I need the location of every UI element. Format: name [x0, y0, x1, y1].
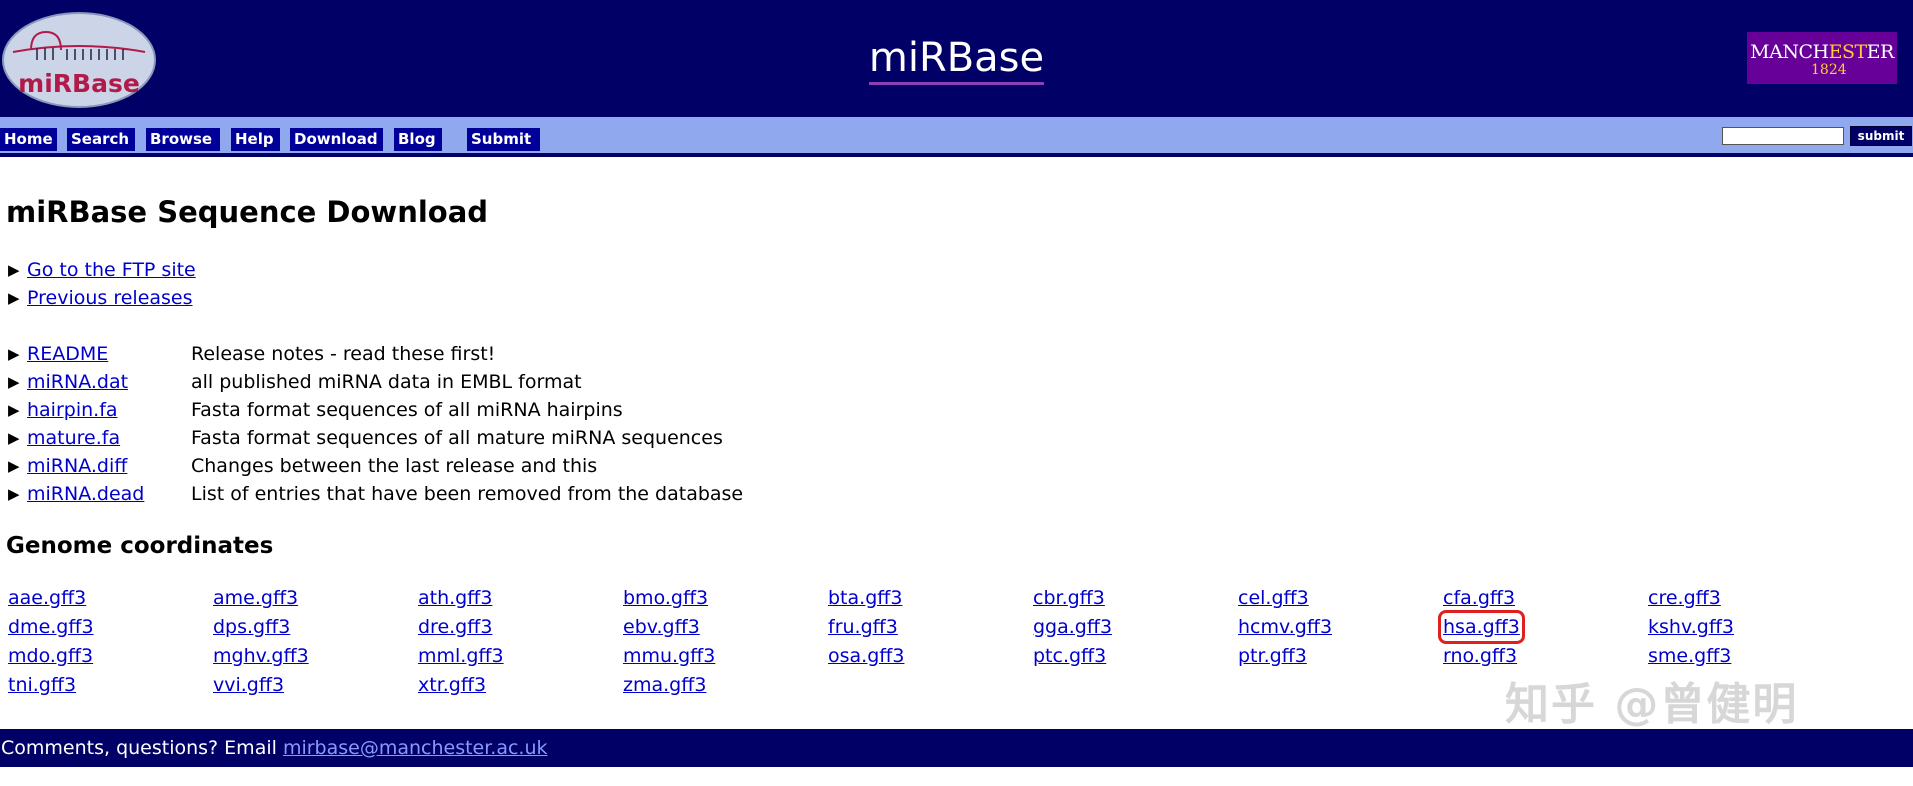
site-header: miRBase miRBase MANCHESTER 1824: [0, 0, 1913, 117]
watermark: 知乎 @曾健明: [1505, 679, 1799, 730]
nav-bar: Home Search Browse Help Download Blog Su…: [0, 117, 1913, 157]
gff-file-link[interactable]: kshv.gff3: [1648, 615, 1734, 639]
list-item: ▶ Go to the FTP site: [8, 258, 196, 282]
gff-file-link[interactable]: mghv.gff3: [213, 644, 309, 668]
footer-email-link[interactable]: mirbase@manchester.ac.uk: [283, 737, 548, 759]
gff-file-link[interactable]: bmo.gff3: [623, 586, 708, 610]
nav-blog-button[interactable]: Blog: [394, 128, 442, 151]
university-logo[interactable]: MANCHESTER 1824: [1747, 32, 1897, 84]
gff-file-link[interactable]: tni.gff3: [8, 673, 76, 697]
quick-search-input[interactable]: [1722, 127, 1844, 145]
file-description: List of entries that have been removed f…: [191, 483, 744, 505]
nav-search-button[interactable]: Search: [67, 128, 135, 151]
arrow-right-icon: ▶: [8, 401, 20, 419]
gff-file-link[interactable]: bta.gff3: [828, 586, 902, 610]
file-row: ▶ miRNA.dead List of entries that have be…: [8, 482, 743, 506]
nav-download-button[interactable]: Download: [290, 128, 383, 151]
file-row: ▶ hairpin.fa Fasta format sequences of al…: [8, 398, 623, 422]
gff-file-link[interactable]: sme.gff3: [1648, 644, 1731, 668]
gff-file-link[interactable]: hsa.gff3: [1438, 610, 1525, 644]
gff-file-link[interactable]: ath.gff3: [418, 586, 492, 610]
quick-search-submit-button[interactable]: submit: [1850, 126, 1912, 146]
arrow-right-icon: ▶: [8, 373, 20, 391]
site-footer: Comments, questions? Email mirbase@manch…: [0, 729, 1913, 767]
gff-file-link[interactable]: osa.gff3: [828, 644, 904, 668]
nav-browse-button[interactable]: Browse: [146, 128, 220, 151]
genome-coordinates-heading: Genome coordinates: [6, 533, 274, 559]
gff-file-link[interactable]: ptc.gff3: [1033, 644, 1106, 668]
file-description: all published miRNA data in EMBL format: [191, 371, 582, 393]
gff-file-link[interactable]: ebv.gff3: [623, 615, 700, 639]
file-link-mature-fa[interactable]: mature.fa: [27, 427, 120, 449]
gff-file-link[interactable]: gga.gff3: [1033, 615, 1112, 639]
arrow-right-icon: ▶: [8, 345, 20, 363]
file-link-mirna-dead[interactable]: miRNA.dead: [27, 483, 144, 505]
gff-file-link[interactable]: dre.gff3: [418, 615, 492, 639]
footer-text: Comments, questions? Email: [1, 737, 277, 759]
gff-file-link[interactable]: cbr.gff3: [1033, 586, 1105, 610]
gff-file-link[interactable]: dps.gff3: [213, 615, 290, 639]
gff-file-link[interactable]: cel.gff3: [1238, 586, 1309, 610]
gff-file-link[interactable]: dme.gff3: [8, 615, 94, 639]
gff-file-link[interactable]: zma.gff3: [623, 673, 706, 697]
file-link-mirna-diff[interactable]: miRNA.diff: [27, 455, 127, 477]
site-title: miRBase: [0, 34, 1913, 85]
nav-submit-button[interactable]: Submit: [467, 128, 540, 151]
gff-file-link[interactable]: aae.gff3: [8, 586, 86, 610]
file-link-mirna-dat[interactable]: miRNA.dat: [27, 371, 128, 393]
gff-file-link[interactable]: rno.gff3: [1443, 644, 1517, 668]
gff-file-link[interactable]: fru.gff3: [828, 615, 898, 639]
file-row: ▶ miRNA.dat all published miRNA data in E…: [8, 370, 582, 394]
file-link-hairpin-fa[interactable]: hairpin.fa: [27, 399, 118, 421]
file-row: ▶ README Release notes - read these first…: [8, 342, 495, 366]
arrow-right-icon: ▶: [8, 261, 20, 279]
file-description: Changes between the last release and thi…: [191, 455, 598, 477]
gff-file-link[interactable]: mdo.gff3: [8, 644, 93, 668]
arrow-right-icon: ▶: [8, 485, 20, 503]
gff-file-link[interactable]: cfa.gff3: [1443, 586, 1515, 610]
file-description: Fasta format sequences of all mature miR…: [191, 427, 723, 449]
site-title-link[interactable]: miRBase: [868, 35, 1045, 85]
gff-file-link[interactable]: mmu.gff3: [623, 644, 715, 668]
ftp-site-link[interactable]: Go to the FTP site: [27, 259, 196, 281]
nav-home-button[interactable]: Home: [0, 128, 57, 151]
gff-file-link[interactable]: mml.gff3: [418, 644, 504, 668]
gff-file-link[interactable]: cre.gff3: [1648, 586, 1721, 610]
arrow-right-icon: ▶: [8, 289, 20, 307]
file-description: Release notes - read these first!: [191, 343, 496, 365]
arrow-right-icon: ▶: [8, 457, 20, 475]
gff-file-link[interactable]: vvi.gff3: [213, 673, 284, 697]
previous-releases-link[interactable]: Previous releases: [27, 287, 193, 309]
list-item: ▶ Previous releases: [8, 286, 193, 310]
gff-file-link[interactable]: ptr.gff3: [1238, 644, 1307, 668]
gff-file-link[interactable]: xtr.gff3: [418, 673, 486, 697]
file-row: ▶ miRNA.diff Changes between the last rel…: [8, 454, 597, 478]
arrow-right-icon: ▶: [8, 429, 20, 447]
file-link-readme[interactable]: README: [27, 343, 108, 365]
file-description: Fasta format sequences of all miRNA hair…: [191, 399, 623, 421]
university-year: 1824: [1811, 62, 1847, 78]
file-row: ▶ mature.fa Fasta format sequences of all…: [8, 426, 723, 450]
page-title: miRBase Sequence Download: [6, 195, 489, 229]
university-name: MANCHESTER: [1750, 41, 1894, 63]
gff-file-link[interactable]: hcmv.gff3: [1238, 615, 1332, 639]
nav-help-button[interactable]: Help: [231, 128, 280, 151]
gff-file-link[interactable]: ame.gff3: [213, 586, 298, 610]
